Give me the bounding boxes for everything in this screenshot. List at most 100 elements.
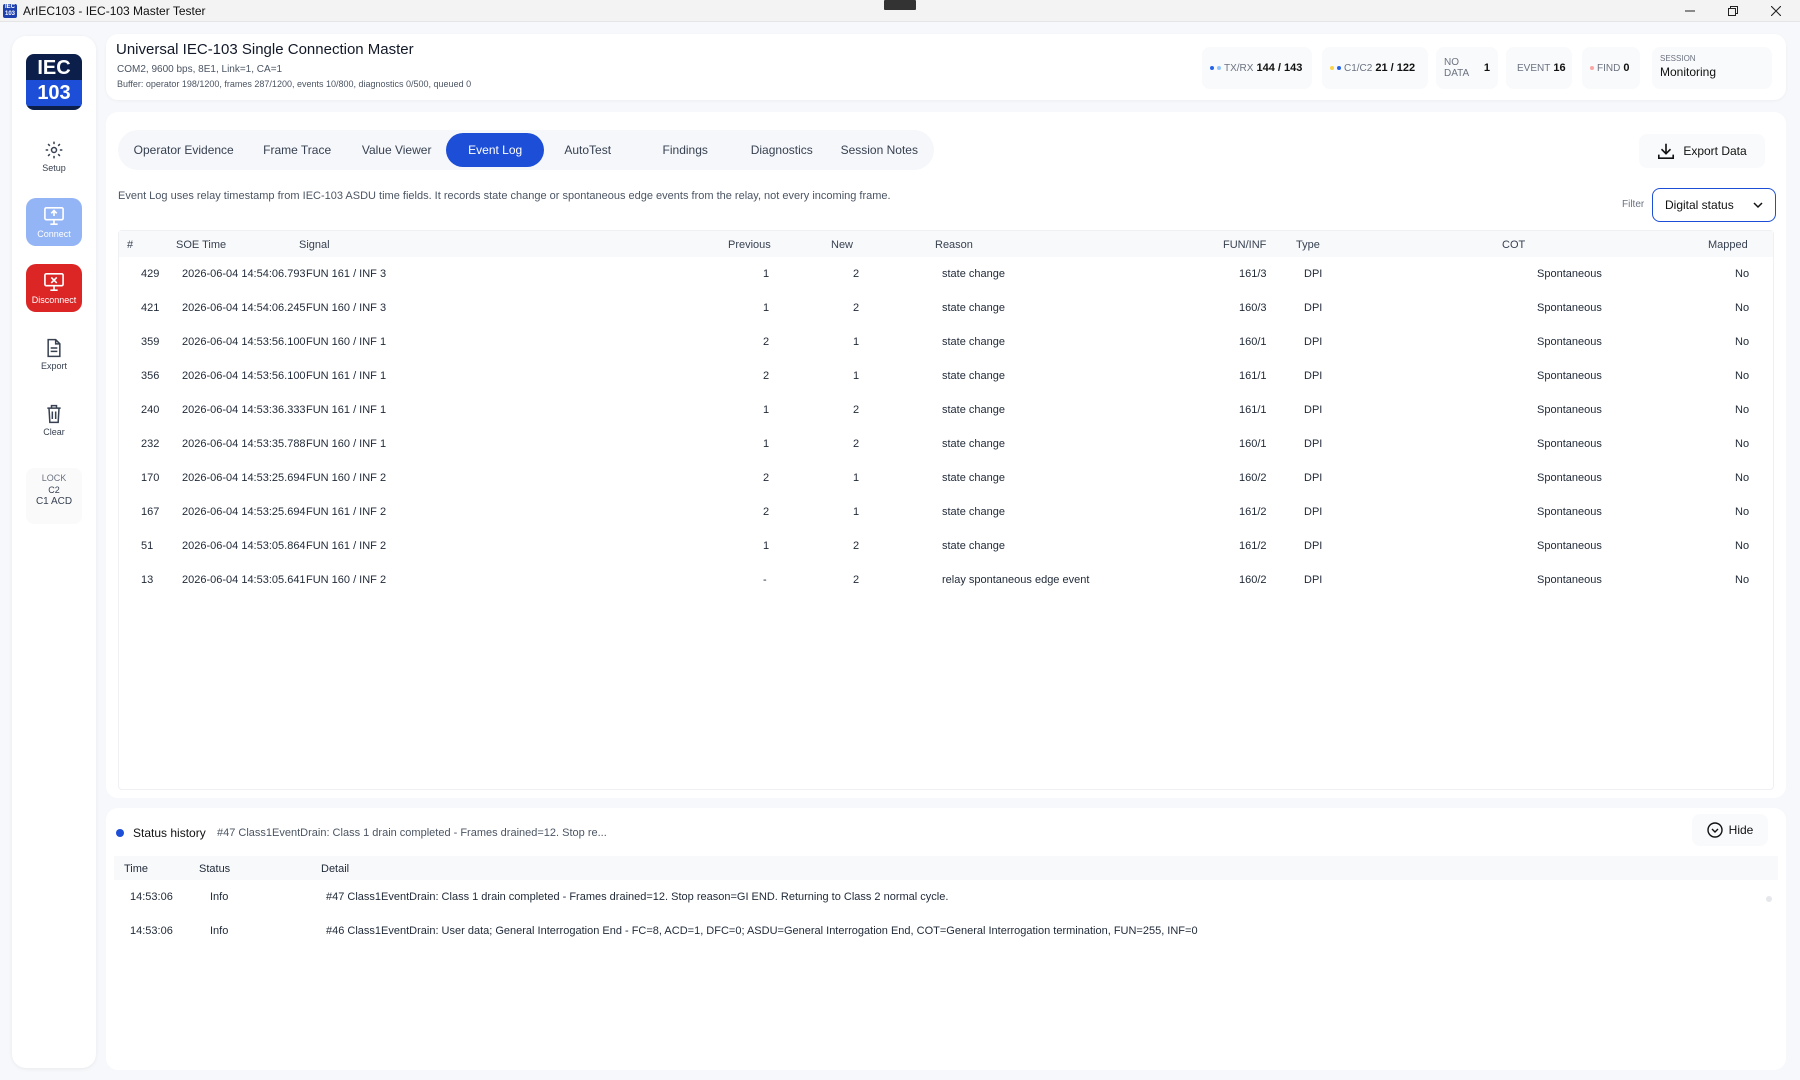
col-fun-inf[interactable]: FUN/INF [1223,239,1266,251]
export-button[interactable]: Export [26,330,82,378]
table-row[interactable]: 13 2026-06-04 14:53:05.641 FUN 160 / INF 2… [119,563,1773,597]
cell-number: 359 [141,336,160,348]
download-icon [1658,143,1675,160]
col-time: Time [124,863,149,875]
cell-new: 2 [853,404,860,416]
tab-session-notes[interactable]: Session Notes [825,133,934,167]
txrx-counter: TX/RX 144 / 143 [1202,47,1312,89]
cell-type: DPI [1304,438,1323,450]
table-row[interactable]: 170 2026-06-04 14:53:25.694 FUN 160 / INF … [119,461,1773,495]
tab-operator-evidence[interactable]: Operator Evidence [120,133,247,167]
col-detail: Detail [321,863,350,875]
cell-soe-time: 2026-06-04 14:54:06.245 [182,302,306,314]
event-label: EVENT [1517,62,1551,74]
minimize-button[interactable] [1670,0,1710,22]
cell-number: 167 [141,506,160,518]
cell-soe-time: 2026-06-04 14:53:25.694 [182,472,306,484]
setup-button[interactable]: Setup [26,132,82,180]
event-log-description: Event Log uses relay timestamp from IEC-… [118,190,891,202]
col-signal[interactable]: Signal [299,239,330,251]
tab-diagnostics[interactable]: Diagnostics [739,133,825,167]
event-log-table: # SOE Time Signal Previous New Reason FU… [118,230,1774,790]
col-mapped[interactable]: Mapped [1708,239,1748,251]
scrollbar[interactable] [1766,896,1772,902]
event-counter: EVENT 16 [1506,47,1572,89]
clear-label: Clear [43,426,65,437]
drag-handle[interactable] [884,0,916,10]
cell-mapped: No [1735,438,1750,450]
cell-signal: FUN 160 / INF 2 [306,574,387,586]
session-label: SESSION [1660,54,1696,63]
cell-type: DPI [1304,370,1323,382]
chevron-down-icon [1753,202,1763,209]
table-row[interactable]: 232 2026-06-04 14:53:35.788 FUN 160 / INF … [119,427,1773,461]
cell-new: 2 [853,302,860,314]
rx-dot [1217,66,1221,70]
cell-cot: Spontaneous [1537,506,1602,518]
app-logo: IEC 103 [26,54,82,110]
hide-button[interactable]: Hide [1692,814,1768,846]
disconnect-button[interactable]: Disconnect [26,264,82,312]
restore-button[interactable] [1713,0,1753,22]
event-value: 16 [1553,62,1566,74]
cell-cot: Spontaneous [1537,268,1602,280]
close-button[interactable] [1756,0,1796,22]
tab-findings[interactable]: Findings [631,133,738,167]
status-detail: #46 Class1EventDrain: User data; General… [326,925,1198,937]
logo-line2: 103 [26,80,82,106]
cell-number: 170 [141,472,160,484]
buffer-info: Buffer: operator 198/1200, frames 287/12… [117,79,472,89]
status-history-panel: Status history #47 Class1EventDrain: Cla… [106,808,1786,1070]
tab-event-log[interactable]: Event Log [446,133,544,167]
cell-previous: 2 [763,506,770,518]
table-row[interactable]: 356 2026-06-04 14:53:56.100 FUN 161 / INF … [119,359,1773,393]
col-soe-time[interactable]: SOE Time [176,239,226,251]
cell-new: 1 [853,336,860,348]
table-row[interactable]: 51 2026-06-04 14:53:05.864 FUN 161 / INF 2… [119,529,1773,563]
table-row[interactable]: 167 2026-06-04 14:53:25.694 FUN 161 / INF … [119,495,1773,529]
table-row[interactable]: 240 2026-06-04 14:53:36.333 FUN 161 / INF … [119,393,1773,427]
col-number[interactable]: # [127,239,133,251]
col-new[interactable]: New [831,239,853,251]
tab-frame-trace[interactable]: Frame Trace [247,133,347,167]
col-type[interactable]: Type [1296,239,1320,251]
cell-type: DPI [1304,336,1323,348]
table-row[interactable]: 421 2026-06-04 14:54:06.245 FUN 160 / INF … [119,291,1773,325]
gear-icon [45,141,63,158]
cell-soe-time: 2026-06-04 14:54:06.793 [182,268,306,280]
connect-button[interactable]: Connect [26,198,82,246]
minimize-icon [1685,10,1695,12]
tab-value-viewer[interactable]: Value Viewer [347,133,447,167]
cell-cot: Spontaneous [1537,472,1602,484]
logo-line1: IEC [37,57,71,79]
clear-button[interactable]: Clear [26,396,82,444]
cell-signal: FUN 161 / INF 1 [306,404,387,416]
find-dot [1590,66,1594,70]
cell-reason: state change [942,370,1005,382]
col-cot[interactable]: COT [1502,239,1525,251]
cell-new: 1 [853,370,860,382]
table-row[interactable]: 429 2026-06-04 14:54:06.793 FUN 161 / INF … [119,257,1773,291]
status-time: 14:53:06 [130,925,173,937]
cell-soe-time: 2026-06-04 14:53:25.694 [182,506,306,518]
cell-previous: 2 [763,472,770,484]
export-data-button[interactable]: Export Data [1639,134,1765,168]
cell-soe-time: 2026-06-04 14:53:56.100 [182,370,306,382]
col-reason[interactable]: Reason [935,239,973,251]
nodata-value: 1 [1483,62,1490,74]
filter-select[interactable]: Digital status [1652,188,1776,222]
cell-number: 356 [141,370,160,382]
status-time: 14:53:06 [130,891,173,903]
cell-mapped: No [1735,370,1750,382]
chevron-circle-icon [1706,822,1723,838]
cell-reason: relay spontaneous edge event [942,574,1090,586]
table-row[interactable]: 359 2026-06-04 14:53:56.100 FUN 160 / INF … [119,325,1773,359]
cell-previous: 1 [763,268,770,280]
tab-autotest[interactable]: AutoTest [544,133,632,167]
col-previous[interactable]: Previous [728,239,771,251]
monitor-connect-icon [44,206,64,225]
cell-type: DPI [1304,540,1323,552]
hide-label: Hide [1728,823,1754,837]
status-row: 14:53:06 Info #47 Class1EventDrain: Class … [114,880,1778,914]
filter-label: Filter [1622,199,1645,210]
